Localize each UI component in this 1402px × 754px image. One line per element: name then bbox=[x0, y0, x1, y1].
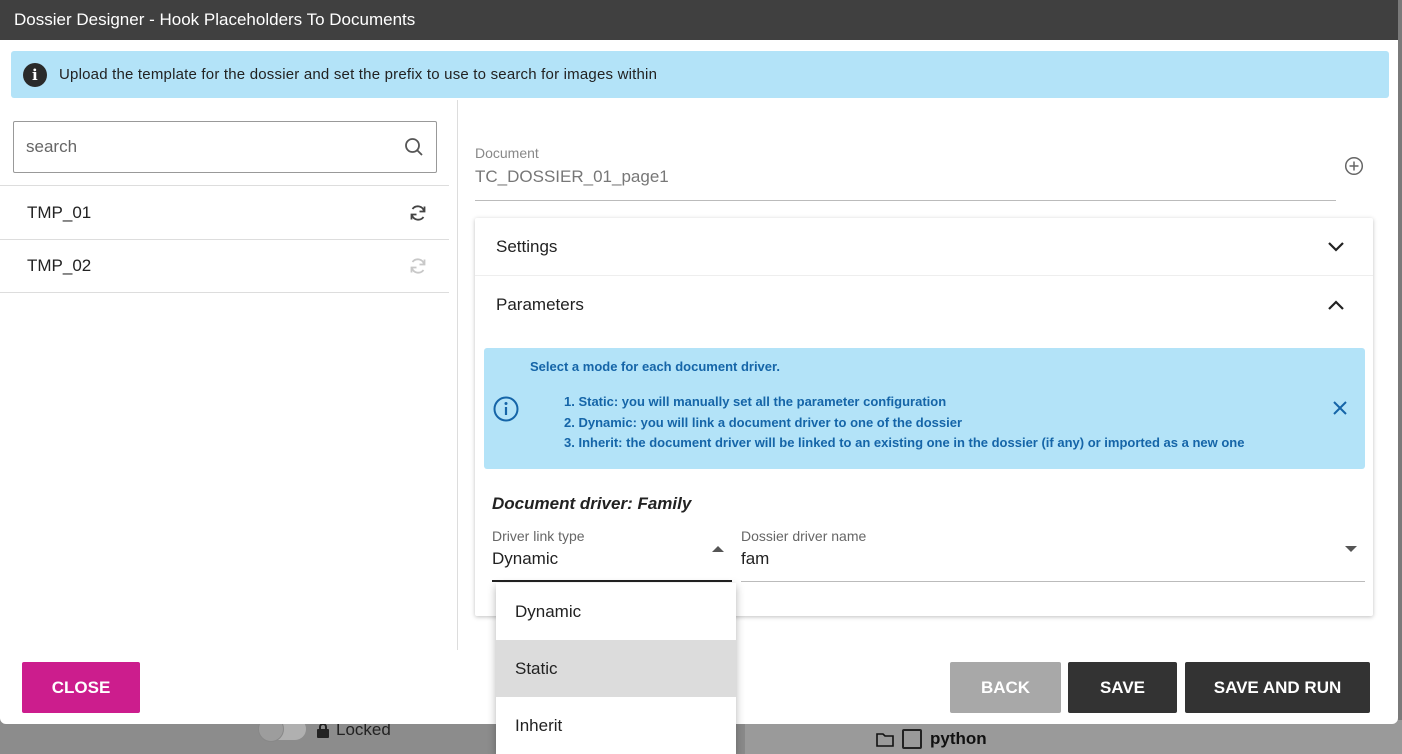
info-outline-icon bbox=[493, 396, 519, 422]
dossier-driver-name-select[interactable]: Dossier driver name fam bbox=[741, 528, 1365, 582]
close-icon[interactable] bbox=[1332, 400, 1348, 416]
driver-link-type-select[interactable]: Driver link type Dynamic bbox=[492, 528, 732, 582]
template-list: TMP_01 TMP_02 bbox=[0, 185, 449, 293]
template-name: TMP_01 bbox=[27, 202, 92, 222]
settings-label: Settings bbox=[496, 236, 558, 256]
save-button[interactable]: SAVE bbox=[1068, 662, 1177, 713]
parameters-info-line: 2. Dynamic: you will link a document dri… bbox=[564, 414, 963, 430]
menu-option-dynamic[interactable]: Dynamic bbox=[496, 583, 736, 640]
document-config-card: Settings Parameters Select a mode for ea… bbox=[475, 218, 1373, 616]
parameters-info-line: 3. Inherit: the document driver will be … bbox=[564, 435, 1245, 450]
parameters-accordion-header[interactable]: Parameters bbox=[475, 276, 1373, 334]
document-label: Document bbox=[475, 145, 539, 161]
add-circle-icon[interactable] bbox=[1344, 156, 1364, 176]
template-name: TMP_02 bbox=[27, 256, 92, 275]
parameters-info-box: Select a mode for each document driver. … bbox=[484, 348, 1365, 469]
search-field[interactable] bbox=[13, 121, 437, 173]
parameters-info-lines: 1. Static: you will manually set all the… bbox=[564, 392, 1244, 454]
modal-title: Dossier Designer - Hook Placeholders To … bbox=[0, 0, 1398, 40]
menu-option-inherit[interactable]: Inherit bbox=[496, 697, 736, 754]
python-folder-item[interactable]: python bbox=[876, 729, 987, 749]
python-checkbox[interactable] bbox=[902, 729, 922, 749]
chevron-up-icon bbox=[1328, 300, 1344, 310]
driver-link-type-menu: Dynamic Static Inherit bbox=[496, 583, 736, 754]
document-value: TC_DOSSIER_01_page1 bbox=[475, 167, 669, 186]
close-button[interactable]: CLOSE bbox=[22, 662, 140, 713]
back-button[interactable]: BACK bbox=[950, 662, 1061, 713]
parameters-label: Parameters bbox=[496, 295, 584, 314]
info-icon: i bbox=[23, 62, 47, 87]
template-item[interactable]: TMP_02 bbox=[0, 239, 449, 293]
info-banner: i Upload the template for the dossier an… bbox=[11, 51, 1389, 98]
sync-icon[interactable] bbox=[409, 204, 427, 222]
template-panel: TMP_01 TMP_02 bbox=[0, 100, 458, 650]
dossier-driver-name-label: Dossier driver name bbox=[741, 528, 867, 544]
save-and-run-button[interactable]: SAVE AND RUN bbox=[1185, 662, 1370, 713]
template-item[interactable]: TMP_01 bbox=[0, 185, 449, 239]
caret-down-icon bbox=[1345, 546, 1357, 552]
chevron-down-icon bbox=[1328, 241, 1344, 252]
driver-link-type-label: Driver link type bbox=[492, 528, 585, 544]
driver-link-type-value: Dynamic bbox=[492, 549, 559, 568]
folder-icon bbox=[876, 732, 894, 747]
caret-up-icon bbox=[712, 546, 724, 552]
document-driver-title: Document driver: Family bbox=[492, 494, 692, 513]
background-right-strip bbox=[745, 720, 1402, 754]
dossier-driver-name-value: fam bbox=[741, 549, 770, 568]
menu-option-static[interactable]: Static bbox=[496, 640, 736, 697]
parameters-info-intro: Select a mode for each document driver. bbox=[530, 359, 780, 374]
background-right-edge bbox=[1398, 0, 1402, 720]
settings-accordion-header[interactable]: Settings bbox=[475, 218, 1373, 276]
sync-icon bbox=[410, 258, 426, 274]
parameters-info-line: 1. Static: you will manually set all the… bbox=[564, 394, 947, 409]
python-folder-label: python bbox=[930, 729, 987, 748]
document-field[interactable]: Document TC_DOSSIER_01_page1 bbox=[475, 145, 1336, 201]
info-banner-text: Upload the template for the dossier and … bbox=[59, 66, 658, 83]
search-input[interactable] bbox=[26, 137, 404, 157]
search-icon[interactable] bbox=[404, 137, 424, 157]
lock-icon bbox=[317, 723, 329, 738]
